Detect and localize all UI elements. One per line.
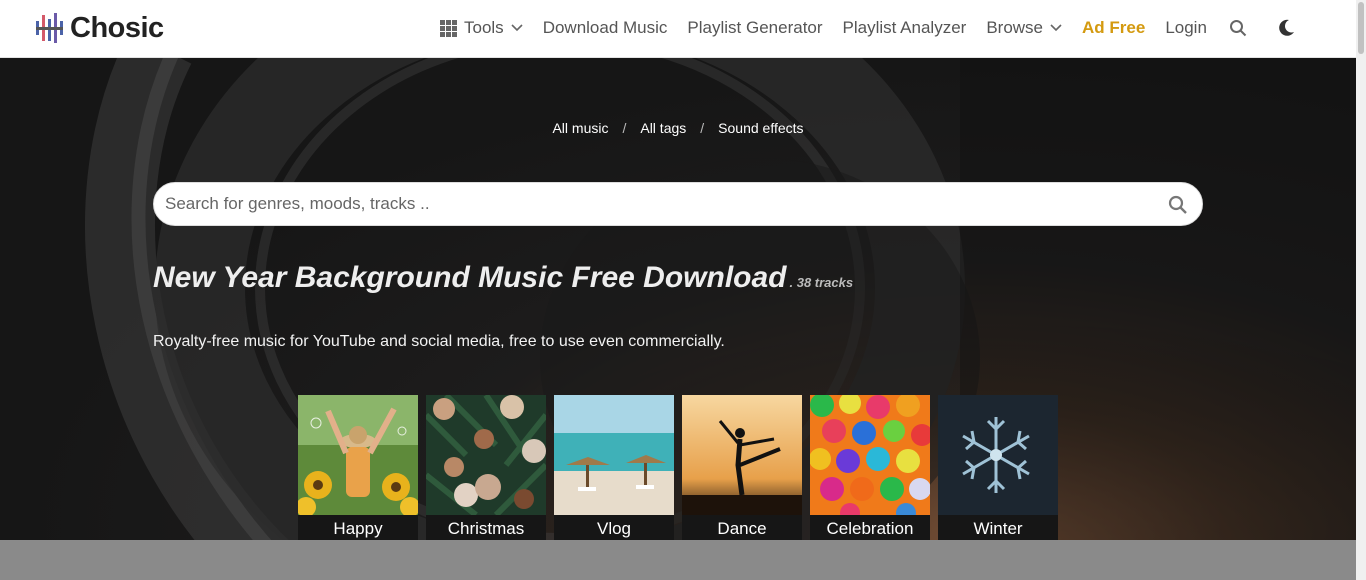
breadcrumb-all-music[interactable]: All music <box>552 120 608 136</box>
header-search-icon[interactable] <box>1229 19 1247 37</box>
breadcrumb: All music / All tags / Sound effects <box>0 120 1356 136</box>
grid-icon <box>440 19 457 37</box>
search-bar <box>153 182 1203 226</box>
nav-download-music[interactable]: Download Music <box>543 18 668 38</box>
breadcrumb-sound-effects[interactable]: Sound effects <box>718 120 803 136</box>
tile-winter-label: Winter <box>938 515 1058 543</box>
celebration-image <box>810 395 930 515</box>
chevron-down-icon <box>1050 22 1062 34</box>
logo-text: Chosic <box>70 11 164 44</box>
hero-section: All music / All tags / Sound effects New Yea… <box>0 58 1356 580</box>
nav-browse[interactable]: Browse <box>986 18 1062 38</box>
logo-icon <box>34 11 66 45</box>
nav-login[interactable]: Login <box>1165 18 1207 38</box>
nav-tools-label: Tools <box>464 18 504 37</box>
bottom-overlay-bar <box>0 540 1356 580</box>
tile-celebration[interactable]: Celebration <box>810 395 930 543</box>
tile-christmas[interactable]: Christmas <box>426 395 546 543</box>
page-scrollbar[interactable] <box>1356 0 1366 580</box>
page-title: New Year Background Music Free Download.… <box>153 261 853 295</box>
happy-image <box>298 395 418 515</box>
winter-image <box>938 395 1058 515</box>
main-nav: Tools Download Music Playlist Generator … <box>440 0 1295 56</box>
track-count: . 38 tracks <box>789 275 854 290</box>
nav-ad-free[interactable]: Ad Free <box>1082 18 1145 38</box>
tile-happy-label: Happy <box>298 515 418 543</box>
logo[interactable]: Chosic <box>34 10 164 46</box>
page-subtitle: Royalty-free music for YouTube and socia… <box>153 333 725 350</box>
dance-image <box>682 395 802 515</box>
breadcrumb-separator: / <box>700 120 705 136</box>
mood-tiles: Happy Christmas Vlog Dance Celebration W… <box>298 395 1066 543</box>
nav-tools[interactable]: Tools <box>440 18 523 38</box>
christmas-image <box>426 395 546 515</box>
search-input[interactable] <box>165 194 1145 214</box>
scrollbar-thumb[interactable] <box>1358 2 1364 54</box>
tile-winter[interactable]: Winter <box>938 395 1058 543</box>
tile-dance[interactable]: Dance <box>682 395 802 543</box>
chevron-down-icon <box>511 22 523 34</box>
breadcrumb-all-tags[interactable]: All tags <box>640 120 686 136</box>
nav-playlist-generator[interactable]: Playlist Generator <box>687 18 822 38</box>
dark-mode-moon-icon[interactable] <box>1277 19 1295 37</box>
breadcrumb-separator: / <box>622 120 627 136</box>
tile-celebration-label: Celebration <box>810 515 930 543</box>
tile-happy[interactable]: Happy <box>298 395 418 543</box>
tile-vlog-label: Vlog <box>554 515 674 543</box>
vlog-image <box>554 395 674 515</box>
site-header: Chosic Tools Download Music Playlist Gen… <box>0 0 1356 58</box>
search-icon[interactable] <box>1168 195 1188 220</box>
tile-vlog[interactable]: Vlog <box>554 395 674 543</box>
tile-christmas-label: Christmas <box>426 515 546 543</box>
nav-browse-label: Browse <box>986 18 1044 37</box>
tile-dance-label: Dance <box>682 515 802 543</box>
page-title-text: New Year Background Music Free Download <box>153 261 787 294</box>
nav-playlist-analyzer[interactable]: Playlist Analyzer <box>843 18 967 38</box>
